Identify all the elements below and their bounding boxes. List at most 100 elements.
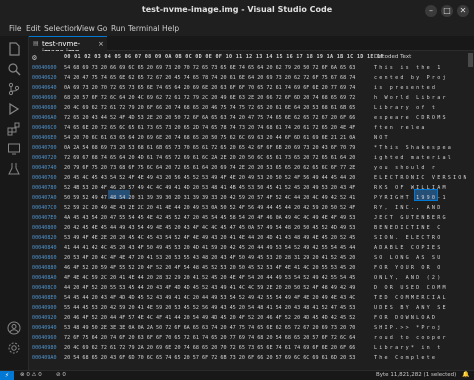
row-hex-bytes[interactable]: 4A 45 43 54 20 47 55 54 45 4E 42 45 52 4… [64,215,355,221]
remote-explorer-icon[interactable] [7,142,21,156]
row-decoded-text[interactable]: h World Librar [374,95,448,101]
run-debug-icon[interactable] [7,102,21,116]
hex-editor[interactable]: ⚙ 00 01 02 03 04 05 06 07 08 09 0A 0B 0C… [29,51,467,370]
row-decoded-text[interactable]: Library* in t [374,345,442,351]
row-hex-bytes[interactable]: 20 42 45 4E 45 44 49 43 54 49 4E 45 20 4… [64,225,355,231]
row-decoded-text[interactable]: ELECTRONIC VERSION [374,175,469,181]
hex-row[interactable]: 00040900 55 44 45 53 20 42 59 20 41 4E 59… [29,303,459,313]
problems-count[interactable]: ⊗ 0 ⚠ 0 [20,372,42,378]
settings-gear-icon[interactable]: ⚙ [32,53,37,62]
hex-row[interactable]: 00040700 0A 2A 54 68 69 73 20 53 68 61 6B… [29,143,459,153]
row-decoded-text[interactable]: FOR YOUR OR O [374,265,442,271]
menu-help[interactable]: Help [162,24,179,33]
row-decoded-text[interactable]: FOR DOWNLOAD [374,315,437,321]
hex-row[interactable]: 00040880 46 4F 52 20 59 4F 55 52 20 4F 52… [29,263,459,273]
row-hex-bytes[interactable]: 20 54 68 65 20 43 6F 6D 70 6C 65 74 65 2… [64,355,355,361]
close-button[interactable]: ✕ [457,5,469,17]
row-hex-bytes[interactable]: 72 69 67 68 74 65 64 20 4D 61 74 65 72 6… [64,155,355,161]
hex-row[interactable]: 00040840 41 44 41 42 4C 45 20 43 4F 50 49… [29,243,459,253]
row-hex-bytes[interactable]: 20 53 4F 20 4C 4F 4E 47 20 41 53 20 53 5… [64,255,355,261]
row-decoded-text[interactable]: BENEDICTINE C [374,225,442,231]
maximize-button[interactable]: □ [441,5,453,17]
row-decoded-text[interactable]: SION. ELECTRO [374,235,442,241]
hex-row[interactable]: 00040760 20 45 4C 45 43 54 52 4F 4E 49 43… [29,173,467,183]
row-hex-bytes[interactable]: 20 79 6F 75 20 73 68 6F 75 6C 64 20 72 6… [64,165,355,171]
row-decoded-text[interactable]: Library of t [374,105,437,111]
row-decoded-text[interactable]: *This Shakespea [374,145,453,151]
row-decoded-text[interactable]: ften relea [374,125,427,131]
hex-row[interactable]: 00040720 72 69 67 68 74 65 64 20 4D 61 74… [29,153,459,163]
notifications-bell-icon[interactable]: 🔔 [462,371,469,378]
ports-count[interactable]: ⊘ 0 [56,372,66,378]
selection-status[interactable]: Byte 11,821,282 (1 selected) [376,372,456,378]
manage-gear-icon[interactable] [7,341,21,355]
row-hex-bytes[interactable]: 20 4C 69 62 72 61 72 79 2A 20 69 6E 20 7… [64,345,355,351]
row-decoded-text[interactable]: ONLY, AND (2) [374,275,442,281]
row-hex-bytes[interactable]: 4F 4E 4C 59 2C 20 41 4E 44 20 28 32 29 2… [64,275,355,281]
row-hex-bytes[interactable]: 54 20 70 6C 61 63 65 64 20 69 6E 20 74 6… [64,135,355,141]
extensions-icon[interactable] [7,122,21,136]
menu-run[interactable]: Run [111,24,125,33]
row-decoded-text[interactable]: D OR USED COMM [374,285,448,291]
source-control-icon[interactable] [7,82,21,96]
row-hex-bytes[interactable]: 46 4F 52 20 59 4F 55 52 20 4F 52 20 4F 5… [64,265,355,271]
hex-row[interactable]: 00040800 20 42 45 4E 45 44 49 43 54 49 4E… [29,223,459,233]
hex-row[interactable]: 000406E0 54 20 70 6C 61 63 65 64 20 69 6E… [29,133,459,143]
row-hex-bytes[interactable]: 72 65 20 43 44 52 4F 4D 53 2E 20 20 50 7… [64,115,355,121]
hex-row[interactable]: 000406C0 74 65 6E 20 72 65 6C 65 61 73 65… [29,123,459,133]
account-icon[interactable] [7,321,21,335]
hex-row[interactable]: 00040780 52 4B 53 20 4F 46 20 57 49 4C 4C… [29,183,459,193]
vertical-scrollbar[interactable] [466,51,474,370]
hex-row[interactable]: 00040980 20 4C 69 62 72 61 72 79 2A 20 69… [29,343,459,353]
row-hex-bytes[interactable]: 55 44 45 53 20 42 59 20 41 4E 59 20 53 4… [64,305,355,311]
row-decoded-text[interactable]: ADABLE COPIES [374,245,442,251]
hex-row[interactable]: 00040620 74 20 47 75 74 65 6E 62 65 72 67… [29,73,459,83]
row-decoded-text[interactable]: SO LONG AS SU [374,255,442,261]
row-hex-bytes[interactable]: 41 44 41 42 4C 45 20 43 4F 50 49 45 53 2… [64,245,355,251]
row-hex-bytes[interactable]: 52 59 2C 20 49 4E 43 2E 2C 20 41 4E 44 2… [64,205,355,211]
search-icon[interactable] [7,62,21,76]
row-hex-bytes[interactable]: 0A 69 73 20 70 72 65 73 65 6E 74 65 64 2… [64,85,355,91]
menu-selection[interactable]: Selection [44,24,79,33]
row-decoded-text[interactable]: JECT GUTENBERG [374,215,448,221]
row-decoded-text[interactable]: is presented [374,85,437,91]
row-hex-bytes[interactable]: 54 45 44 20 43 4F 4D 4D 45 52 43 49 41 4… [64,295,355,301]
hex-row[interactable]: 000408A0 4F 4E 4C 59 2C 20 41 4E 44 20 28… [29,273,459,283]
row-hex-bytes[interactable]: 20 46 4F 52 20 44 4F 57 4E 4C 4F 41 44 2… [64,315,355,321]
hex-row[interactable]: 000407A0 50 59 52 49 47 48 54 20 31 39 39… [29,193,459,203]
row-hex-bytes[interactable]: 20 45 4C 45 43 54 52 4F 4E 49 43 20 56 4… [64,175,355,181]
hex-row[interactable]: 00040640 0A 69 73 20 70 72 65 73 65 6E 74… [29,83,459,93]
row-decoded-text[interactable]: RKS OF WILLIAM [374,185,448,191]
testing-icon[interactable] [7,162,21,176]
close-tab-icon[interactable]: × [98,40,104,48]
row-hex-bytes[interactable]: 53 48 49 50 2E 3E 3E 0A 0A 2A 50 72 6F 6… [64,325,355,331]
row-decoded-text[interactable]: roud to cooper [374,335,448,341]
row-hex-bytes[interactable]: 74 20 47 75 74 65 6E 62 65 72 67 20 45 7… [64,75,355,81]
row-decoded-text[interactable]: TED COMMERCIAL [374,295,448,301]
row-decoded-text[interactable]: espeare CDROMS [374,115,448,121]
explorer-icon[interactable] [7,42,21,56]
row-hex-bytes[interactable]: 52 4B 53 20 4F 46 20 57 49 4C 4C 49 41 4… [64,185,355,191]
hex-row[interactable]: 000408C0 44 20 4F 52 20 55 53 45 44 20 43… [29,283,459,293]
hex-row[interactable]: 00040680 20 4C 69 62 72 61 72 79 20 6F 66… [29,103,459,113]
row-decoded-text[interactable]: you should r [374,165,437,171]
row-hex-bytes[interactable]: 44 20 4F 52 20 55 53 45 44 20 43 4F 4D 4… [64,285,355,291]
menu-file[interactable]: File [9,24,22,33]
row-decoded-text[interactable]: cented by Proj [374,75,448,81]
hex-row[interactable]: 000407C0 52 59 2C 20 49 4E 43 2E 2C 20 41… [29,203,459,213]
hex-row[interactable]: 00040940 53 48 49 50 2E 3E 3E 0A 0A 2A 50… [29,323,459,333]
row-decoded-text[interactable]: The Complete [374,355,437,361]
row-decoded-text[interactable]: PYRIGHT 1990-1 [374,195,448,201]
row-hex-bytes[interactable]: 54 68 69 73 20 66 69 6C 65 20 69 73 20 7… [64,65,355,71]
hex-row[interactable]: 000409A0 20 54 68 65 20 43 6F 6D 70 6C 65… [29,353,459,363]
menu-terminal[interactable]: Terminal [128,24,160,33]
hex-row[interactable]: 00040860 20 53 4F 20 4C 4F 4E 47 20 41 53… [29,253,459,263]
menu-go[interactable]: Go [97,24,107,33]
hex-row[interactable]: 00040600 54 68 69 73 20 66 69 6C 65 20 69… [29,63,459,73]
row-hex-bytes[interactable]: 0A 2A 54 68 69 73 20 53 68 61 6B 65 73 7… [64,145,355,151]
hex-row[interactable]: 000407E0 4A 45 43 54 20 47 55 54 45 4E 42… [29,213,459,223]
row-decoded-text[interactable]: ighted material [374,155,453,161]
row-decoded-text[interactable]: SHIP.>> *Proj [374,325,442,331]
hex-row[interactable]: 000406A0 72 65 20 43 44 52 4F 4D 53 2E 20… [29,113,459,123]
row-decoded-text[interactable]: UDES BY ANY SE [374,305,448,311]
